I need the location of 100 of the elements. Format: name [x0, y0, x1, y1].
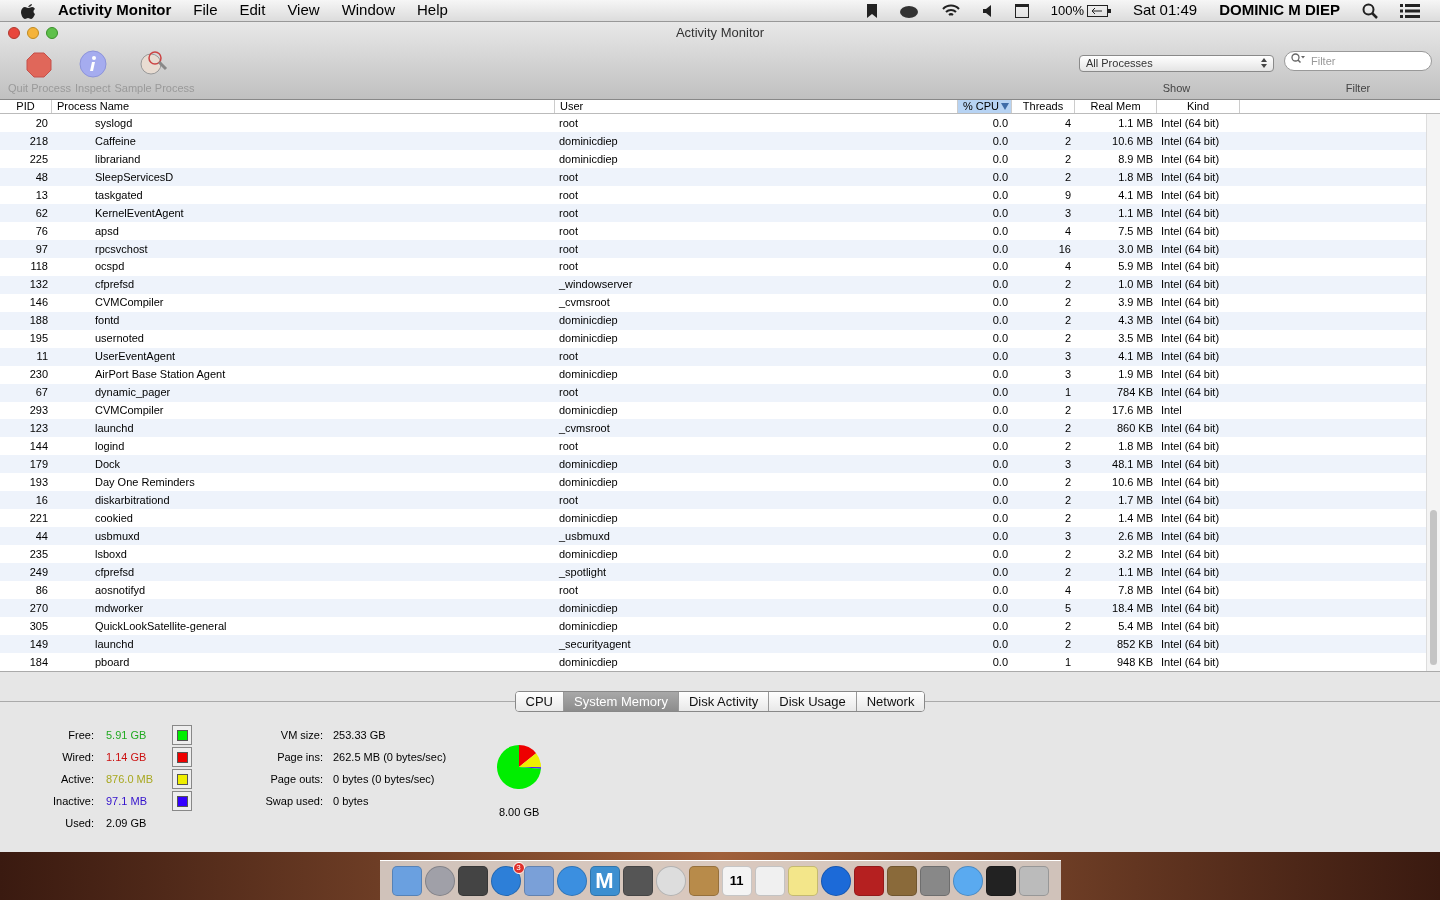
table-cell-text: root	[559, 582, 578, 598]
table-cell-text: _spotlight	[559, 564, 607, 580]
table-cell-text: 3	[1064, 205, 1071, 221]
speaker-icon[interactable]	[982, 4, 993, 17]
menu-item[interactable]: Edit	[239, 0, 266, 22]
notification-badge: 3	[512, 861, 525, 874]
table-cell-text: 0.0	[992, 331, 1008, 347]
apple-logo-icon[interactable]	[20, 1, 36, 20]
table-cell-text: dominicdiep	[559, 547, 618, 562]
table-cell-text: syslogd	[95, 115, 133, 131]
memory-value: 2.09 GB	[105, 815, 147, 831]
table-cell-text: Intel (64 bit)	[1161, 349, 1220, 365]
filter-search-field[interactable]: Filter	[1284, 50, 1432, 71]
table-cell-text: 123	[29, 421, 48, 437]
column-header[interactable]: Real Mem	[1075, 100, 1157, 113]
show-dropdown[interactable]: All Processes	[1079, 54, 1274, 72]
app-menu[interactable]: Activity Monitor	[58, 0, 172, 22]
table-cell-text: Intel (64 bit)	[1161, 187, 1220, 203]
column-header[interactable]: Kind	[1157, 100, 1240, 113]
table-cell-text: 1.0 MB	[1118, 277, 1153, 293]
table-cell-text: root	[559, 169, 578, 185]
dock-app-icon[interactable]: 11	[721, 865, 752, 896]
table-cell-text: Intel (64 bit)	[1161, 259, 1220, 275]
show-label: Show	[1162, 80, 1191, 96]
table-cell-text: CVMCompiler	[95, 295, 164, 311]
column-header[interactable]: PID	[0, 100, 52, 113]
wifi-icon[interactable]	[940, 3, 961, 18]
column-header[interactable]: % CPU	[958, 100, 1012, 113]
table-cell-text: Intel	[1161, 403, 1182, 419]
table-cell-text: logind	[95, 439, 125, 455]
table-cell-text: 4	[1064, 115, 1071, 131]
table-cell-text: Intel (64 bit)	[1161, 636, 1220, 652]
table-cell-text: Intel (64 bit)	[1161, 115, 1220, 131]
table-cell-text: 4	[1064, 259, 1071, 275]
tab[interactable]: CPU	[515, 692, 564, 711]
table-cell-text: 0.0	[992, 367, 1008, 383]
info-icon	[78, 49, 107, 78]
table-cell-text: 3.2 MB	[1118, 547, 1153, 562]
dock-app-icon[interactable]	[457, 865, 488, 896]
table-cell-text: Intel (64 bit)	[1161, 313, 1220, 329]
table-cell-text: librariand	[95, 151, 141, 167]
table-cell-text: 218	[29, 133, 48, 149]
table-cell-text: _cvmsroot	[559, 421, 610, 437]
table-cell-text: 62	[35, 205, 48, 221]
table-cell-text: 2	[1064, 439, 1071, 455]
menu-item[interactable]: Help	[417, 0, 448, 22]
table-cell-text: 0.0	[992, 618, 1008, 634]
table-cell-text: 0.0	[992, 259, 1008, 275]
table-cell-text: 44	[35, 529, 48, 544]
table-cell-text: 10.6 MB	[1112, 475, 1153, 491]
tab[interactable]: Disk Activity	[678, 692, 770, 711]
menu-item[interactable]: File	[193, 0, 218, 22]
table-cell-text: 0.0	[992, 654, 1008, 670]
memory-value: 5.91 GB	[105, 727, 148, 743]
table-cell-text: 1.9 MB	[1118, 367, 1153, 383]
scrollbar[interactable]	[1426, 114, 1440, 671]
table-cell-text: fontd	[95, 313, 120, 329]
column-header[interactable]: Threads	[1012, 100, 1075, 113]
table-cell-text: 48.1 MB	[1112, 457, 1153, 473]
window-icon[interactable]	[1014, 3, 1029, 18]
table-cell-text: SleepServicesD	[95, 169, 174, 185]
table-cell-text: 3	[1064, 457, 1071, 473]
table-cell-text: root	[559, 205, 578, 221]
menu-clock[interactable]: Sat 01:49	[1132, 0, 1198, 22]
table-cell-text: cfprefsd	[95, 277, 135, 293]
sort-descending-icon	[1001, 103, 1009, 110]
user-name[interactable]: DOMINIC M DIEP	[1219, 0, 1340, 22]
table-cell-text: _cvmsroot	[559, 295, 610, 311]
table-cell-text: root	[559, 259, 578, 275]
minimize-button[interactable]	[27, 27, 39, 39]
zoom-button[interactable]	[46, 27, 58, 39]
battery-percent[interactable]: 100%	[1050, 0, 1084, 21]
dock-app-icon[interactable]	[622, 865, 653, 896]
tab[interactable]: Disk Usage	[769, 692, 857, 711]
dock-app-icon[interactable]	[985, 865, 1016, 896]
table-cell-text: Intel (64 bit)	[1161, 564, 1220, 580]
battery-icon[interactable]	[1086, 4, 1111, 17]
table-cell-text: 0.0	[992, 151, 1008, 167]
table-cell-text: 0.0	[992, 636, 1008, 652]
stat-value: 0 bytes	[332, 793, 369, 809]
table-cell-text: dominicdiep	[559, 313, 618, 329]
bookmark-icon[interactable]	[866, 3, 877, 18]
table-cell-text: Intel (64 bit)	[1161, 439, 1220, 455]
table-cell-text: Intel (64 bit)	[1161, 367, 1220, 383]
column-header[interactable]: Process Name	[52, 100, 555, 113]
menu-item[interactable]: Window	[341, 0, 395, 22]
table-cell-text: 4	[1064, 223, 1071, 239]
list-icon[interactable]	[1400, 2, 1420, 19]
tab[interactable]: Network	[856, 692, 925, 711]
table-cell-text: Intel (64 bit)	[1161, 475, 1220, 491]
search-icon[interactable]	[1362, 2, 1378, 19]
table-cell-text: 3.9 MB	[1118, 295, 1153, 311]
close-button[interactable]	[8, 27, 20, 39]
table-cell-text: 0.0	[992, 421, 1008, 437]
menu-item[interactable]: View	[287, 0, 320, 22]
dock-app-icon[interactable]	[853, 865, 884, 896]
table-cell-text: 1	[1064, 385, 1071, 401]
table-cell-text: dominicdiep	[559, 654, 618, 670]
table-cell-text: 0.0	[992, 403, 1008, 419]
table-cell-text: 1.7 MB	[1118, 493, 1153, 509]
